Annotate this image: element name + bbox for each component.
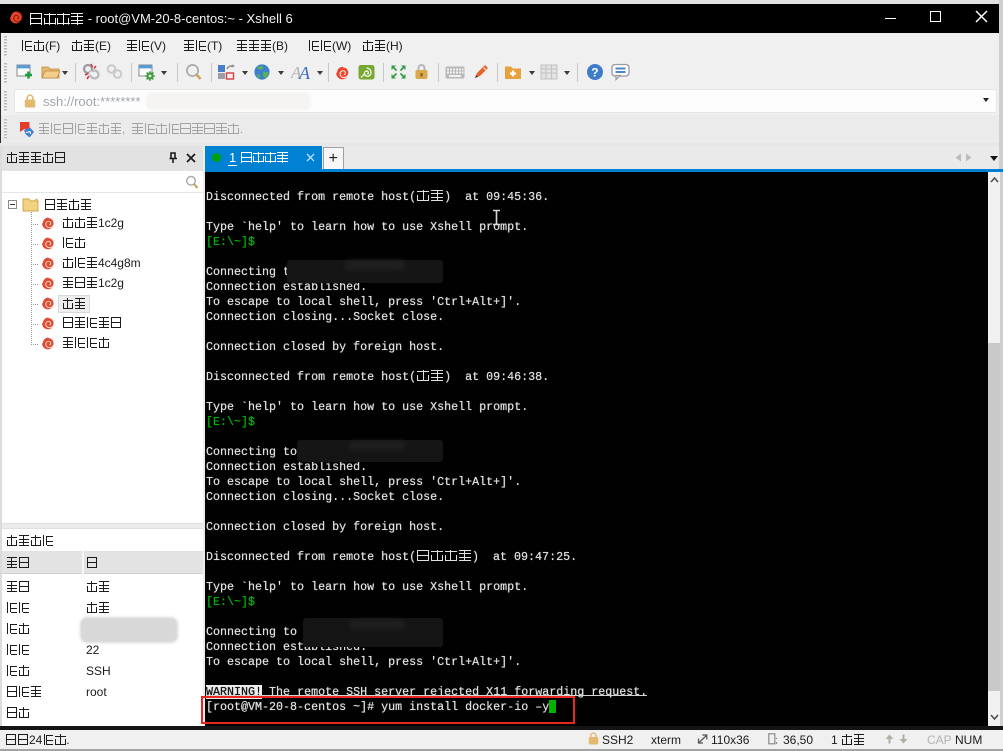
svg-text:A: A [298, 63, 311, 80]
svg-text:?: ? [591, 66, 598, 80]
